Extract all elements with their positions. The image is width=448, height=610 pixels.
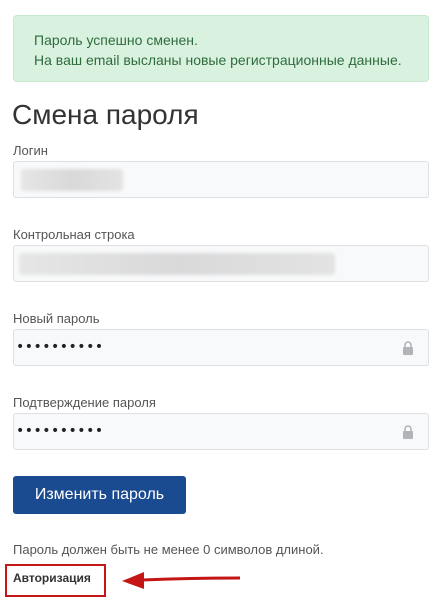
login-label: Логин	[13, 143, 48, 158]
login-field[interactable]	[13, 161, 429, 198]
confirm-password-value: ••••••••••	[16, 423, 104, 439]
alert-line-2: На ваш email высланы новые регистрационн…	[34, 52, 402, 68]
password-hint: Пароль должен быть не менее 0 символов д…	[13, 542, 324, 557]
page-title: Смена пароля	[12, 99, 199, 130]
new-password-field[interactable]: ••••••••••	[13, 329, 429, 366]
new-password-value: ••••••••••	[16, 339, 104, 355]
change-password-page: Пароль успешно сменен. На ваш email высл…	[0, 0, 448, 610]
checkword-value-redacted	[19, 253, 335, 275]
success-alert: Пароль успешно сменен. На ваш email высл…	[13, 15, 429, 82]
checkword-label: Контрольная строка	[13, 227, 135, 242]
lock-icon	[403, 425, 413, 439]
login-value-redacted	[21, 169, 123, 191]
change-password-button[interactable]: Изменить пароль	[13, 476, 186, 514]
checkword-field[interactable]	[13, 245, 429, 282]
confirm-password-label: Подтверждение пароля	[13, 395, 156, 410]
authorization-link[interactable]: Авторизация	[13, 571, 91, 585]
new-password-label: Новый пароль	[13, 311, 100, 326]
confirm-password-field[interactable]: ••••••••••	[13, 413, 429, 450]
alert-line-1: Пароль успешно сменен.	[34, 32, 198, 48]
arrow-left-icon	[122, 572, 241, 589]
lock-icon	[403, 341, 413, 355]
